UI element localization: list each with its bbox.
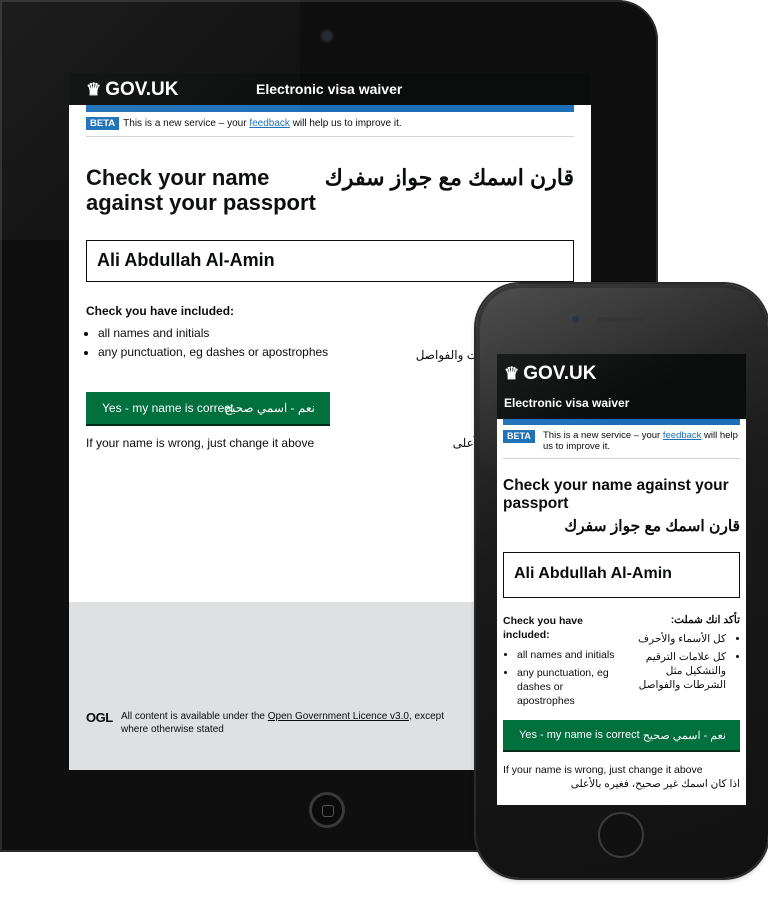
beta-tag: BETA [503,430,535,443]
ogl-logo: OGL [86,710,113,725]
page-title: Check your name against your passport [503,477,729,512]
service-name[interactable]: Electronic visa waiver [256,81,402,97]
crown-icon: ♛ [86,80,102,99]
beta-text-end: will help us to improve it. [289,118,402,129]
camera-icon [322,31,332,41]
govuk-logo[interactable]: ♛ GOV.UK [86,79,178,101]
button-label: Yes - my name is correct [102,401,234,415]
page-title-arabic: قارن اسمك مع جواز سفرك [564,518,740,535]
check-heading-arabic: تأكد انك شملت: [670,614,740,626]
list-item: any punctuation, eg dashes or apostrophe… [517,666,615,708]
page-title: Check your name against your passport [86,165,316,215]
button-label-arabic: نعم - اسمي صحيح [642,730,726,742]
hint-text-arabic: اذا كان اسمك غير صحيح، فغيره بالأعلى [570,778,740,790]
hint-text: If your name is wrong, just change it ab… [503,764,740,790]
crown-icon: ♛ [504,364,520,383]
beta-text: This is a new service – your [123,118,250,129]
confirm-name-button[interactable]: Yes - my name is correct نعم - اسمي صحيح [86,392,330,424]
header: ♛ GOV.UK Electronic visa waiver [69,73,591,105]
name-input[interactable]: Ali Abdullah Al-Amin [503,552,740,598]
page-title-arabic: قارن اسمك مع جواز سفرك [324,165,574,190]
licence-link[interactable]: Open Government Licence v3.0 [268,711,409,722]
phase-banner: BETA This is a new service – your feedbac… [503,425,740,459]
feedback-link[interactable]: feedback [249,118,290,129]
phone-screen: ♛ GOV.UK Electronic visa waiver BETA This … [497,354,746,805]
header: ♛ GOV.UK Electronic visa waiver [497,354,746,419]
govuk-logo[interactable]: ♛ GOV.UK [504,363,596,385]
beta-tag: BETA [86,117,120,130]
confirm-name-button[interactable]: Yes - my name is correct نعم - اسمي صحيح [503,720,740,750]
speaker-grille [597,317,643,322]
button-label: Yes - my name is correct [519,729,640,741]
camera-icon [572,316,579,323]
licence-text: All content is available under the Open … [121,711,444,735]
page-titles: Check your name against your passport قا… [86,165,574,225]
home-button[interactable] [598,812,644,858]
check-heading: Check you have included: [503,615,583,641]
header-blue-bar [86,105,574,112]
feedback-link[interactable]: feedback [663,430,702,441]
home-button[interactable] [309,792,345,828]
phone-device: ♛ GOV.UK Electronic visa waiver BETA This … [476,284,768,878]
name-input[interactable]: Ali Abdullah Al-Amin [86,240,574,282]
service-name[interactable]: Electronic visa waiver [504,396,629,410]
phase-banner: BETA This is a new service – your feedbac… [86,112,574,137]
check-list-arabic: تأكد انك شملت: كل الأسماء والأحرف كل علا… [628,614,740,696]
check-list: Check you have included: all names and i… [503,614,740,714]
list-item: كل علامات الترقيم والتشكيل مثل الشرطات و… [628,650,726,692]
button-label-arabic: نعم - اسمي صحيح [224,401,315,415]
hint-text-en: If your name is wrong, just change it ab… [503,764,703,776]
list-item: كل الأسماء والأحرف [628,632,726,646]
check-list-english: Check you have included: all names and i… [503,614,615,712]
hint-text-en: If your name is wrong, just change it ab… [86,436,315,450]
list-item: all names and initials [517,648,615,662]
